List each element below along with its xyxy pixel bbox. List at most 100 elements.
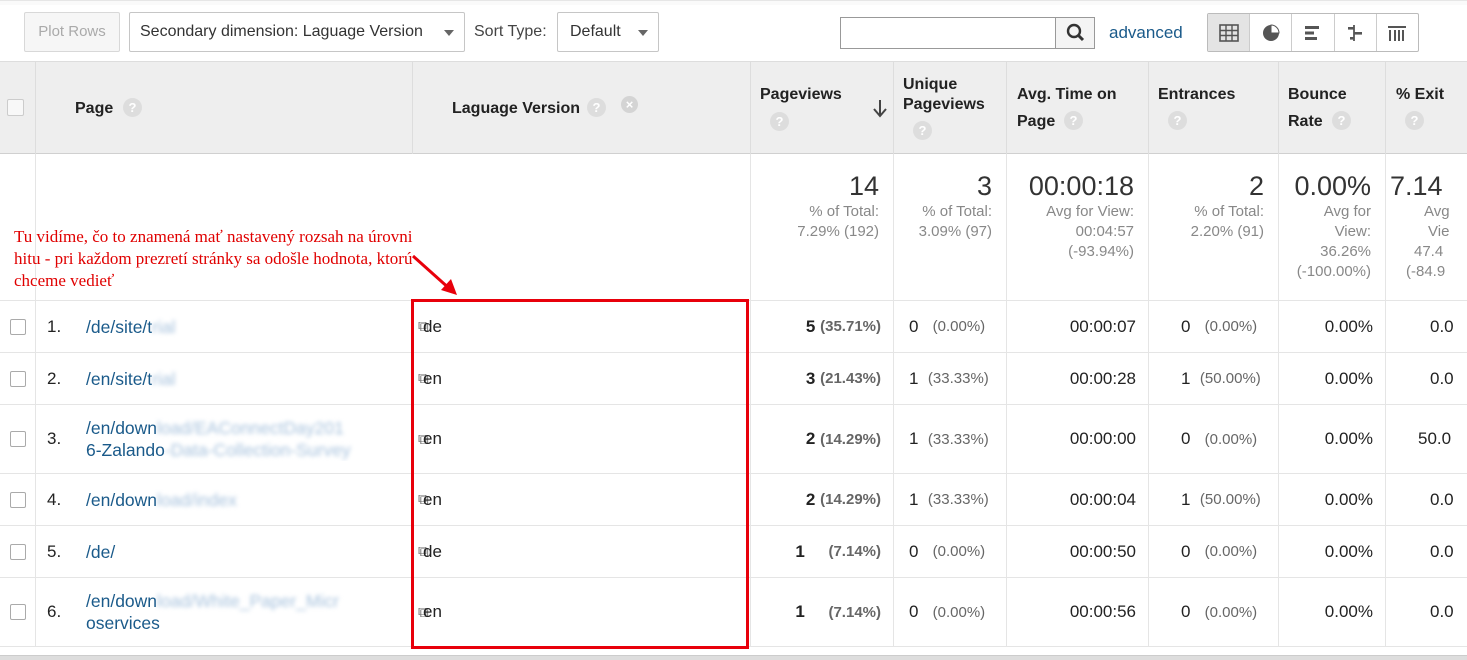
help-icon[interactable]: ? — [1064, 111, 1083, 130]
totals-exit: 7.14 Avg Vie 47.4 (-84.9 — [1390, 171, 1450, 280]
row-checkbox[interactable] — [9, 543, 26, 560]
language-cell: en — [413, 474, 751, 525]
avg-time-cell: 00:00:04 — [1007, 474, 1149, 525]
bounce-cell: 0.00% — [1279, 405, 1386, 473]
column-header-avg-time[interactable]: Avg. Time on Page ? — [1007, 62, 1149, 154]
page-link[interactable]: /de/ — [86, 541, 115, 563]
comparison-icon — [1348, 24, 1363, 41]
secondary-dimension-label: Secondary dimension: Laguage Version — [140, 23, 423, 40]
column-header-page[interactable]: Page ? — [36, 62, 413, 154]
page-link[interactable]: /en/download/index — [86, 489, 237, 511]
page-cell: 2. /en/site/trial ⧉ — [36, 353, 429, 404]
comparison-view-button[interactable] — [1335, 14, 1377, 51]
column-header-entrances[interactable]: Entrances ? — [1149, 62, 1279, 154]
table-row: 5. /de/ ⧉ de 1 (7.14%) 0 (0.00%) 00:00:5… — [0, 526, 1467, 578]
bounce-cell: 0.00% — [1279, 353, 1386, 404]
bar-performance-icon — [1305, 25, 1319, 40]
row-number: 2. — [47, 368, 62, 388]
pageviews-cell: 3 (21.43%) — [751, 353, 894, 404]
entrances-cell: 1 (50.00%) — [1149, 474, 1279, 525]
pageviews-cell: 2 (14.29%) — [751, 405, 894, 473]
page-cell: 1. /de/site/trial ⧉ — [36, 301, 429, 352]
exit-cell: 0.0 — [1430, 368, 1454, 388]
sort-type-dropdown[interactable]: Default — [557, 12, 659, 52]
column-header-avg-time-l2: Page — [1017, 113, 1056, 130]
bounce-cell: 0.00% — [1279, 301, 1386, 352]
help-icon[interactable]: ? — [123, 98, 142, 117]
exit-cell: 0.0 — [1430, 602, 1454, 621]
entrances-cell: 1 (50.00%) — [1149, 353, 1279, 404]
pivot-view-button[interactable] — [1377, 14, 1418, 51]
plot-rows-button[interactable]: Plot Rows — [24, 12, 120, 52]
select-all-checkbox[interactable] — [7, 99, 24, 116]
page-link[interactable]: /en/download/EAConnectDay201 6-Zalando-Da… — [86, 417, 376, 461]
unique-cell: 0 (0.00%) — [894, 301, 1007, 352]
row-number: 4. — [47, 489, 62, 509]
table-view-button[interactable] — [1208, 14, 1251, 51]
unique-cell: 0 (0.00%) — [894, 578, 1007, 646]
chevron-down-icon — [638, 30, 648, 36]
totals-bounce-rate: 0.00% Avg for View: 36.26% (-100.00%) — [1279, 154, 1386, 300]
help-icon[interactable]: ? — [1405, 111, 1424, 130]
totals-entrances: 2 % of Total: 2.20% (91) — [1149, 154, 1279, 300]
unique-cell: 0 (0.00%) — [894, 526, 1007, 577]
page-link[interactable]: /en/site/trial — [86, 368, 176, 390]
page-cell: 5. /de/ ⧉ — [36, 526, 429, 577]
remove-dimension-icon[interactable]: × — [621, 96, 638, 113]
totals-unique-pageviews: 3 % of Total: 3.09% (97) — [894, 154, 1007, 300]
table-row: 6. /en/download/White_Paper_Micr oservice… — [0, 578, 1467, 647]
select-all-cell — [0, 62, 36, 154]
help-icon[interactable]: ? — [587, 98, 606, 117]
help-icon[interactable]: ? — [913, 121, 932, 140]
bounce-cell: 0.00% — [1279, 526, 1386, 577]
advanced-filter-link[interactable]: advanced — [1109, 23, 1183, 43]
row-number: 6. — [47, 602, 62, 621]
column-header-bounce-rate[interactable]: Bounce Rate ? — [1279, 62, 1386, 154]
avg-time-cell: 00:00:50 — [1007, 526, 1149, 577]
unique-cell: 1 (33.33%) — [894, 353, 1007, 404]
search-button[interactable] — [1055, 17, 1095, 49]
column-header-exit[interactable]: % Exit ? — [1386, 62, 1467, 154]
row-checkbox[interactable] — [9, 604, 26, 620]
avg-time-cell: 00:00:28 — [1007, 353, 1149, 404]
report-toolbar: Plot Rows Secondary dimension: Laguage V… — [0, 5, 1467, 61]
page-cell: 4. /en/download/index ⧉ — [36, 474, 429, 525]
pageviews-cell: 2 (14.29%) — [751, 474, 894, 525]
page-link[interactable]: /de/site/trial — [86, 316, 176, 338]
table-search-input[interactable] — [840, 17, 1056, 49]
column-header-language-label: Laguage Version — [452, 100, 581, 117]
bounce-cell: 0.00% — [1279, 578, 1386, 646]
exit-cell: 50.0 — [1418, 429, 1452, 448]
help-icon[interactable]: ? — [770, 112, 789, 131]
column-header-pageviews[interactable]: Pageviews ? — [751, 62, 894, 154]
column-header-page-label: Page — [75, 100, 114, 117]
horizontal-scrollbar[interactable] — [0, 655, 1467, 660]
sort-descending-icon — [873, 100, 887, 118]
pie-view-button[interactable] — [1250, 14, 1293, 51]
page-link[interactable]: /en/download/White_Paper_Micr oservices — [86, 590, 376, 634]
sort-type-label: Sort Type: — [474, 23, 547, 40]
column-header-unique-l2: Pageviews — [903, 96, 985, 113]
secondary-dimension-dropdown[interactable]: Secondary dimension: Laguage Version — [129, 12, 465, 52]
column-header-pageviews-label: Pageviews — [760, 86, 842, 103]
column-header-avg-time-l1: Avg. Time on — [1017, 86, 1117, 103]
row-checkbox[interactable] — [9, 491, 26, 508]
column-header-unique-pageviews[interactable]: Unique Pageviews ? — [894, 62, 1007, 154]
row-checkbox[interactable] — [9, 431, 26, 447]
page-cell: 3. /en/download/EAConnectDay201 6-Zalando… — [36, 405, 429, 473]
performance-view-button[interactable] — [1292, 14, 1335, 51]
table-row: 1. /de/site/trial ⧉ de 5 (35.71%) 0 (0.0… — [0, 301, 1467, 353]
row-checkbox[interactable] — [9, 370, 26, 387]
language-cell: de — [413, 301, 751, 352]
language-cell: en — [413, 353, 751, 404]
column-header-bounce-l1: Bounce — [1288, 86, 1347, 103]
page-cell: 6. /en/download/White_Paper_Micr oservice… — [36, 578, 429, 646]
row-checkbox[interactable] — [9, 318, 26, 335]
help-icon[interactable]: ? — [1168, 111, 1187, 130]
pageviews-cell: 5 (35.71%) — [751, 301, 894, 352]
help-icon[interactable]: ? — [1332, 111, 1351, 130]
pageviews-cell: 1 (7.14%) — [751, 526, 894, 577]
column-header-language[interactable]: Laguage Version ? × — [413, 62, 751, 154]
entrances-cell: 0 (0.00%) — [1149, 578, 1279, 646]
annotation-note: Tu vidíme, čo to znamená mať nastavený r… — [14, 227, 413, 290]
